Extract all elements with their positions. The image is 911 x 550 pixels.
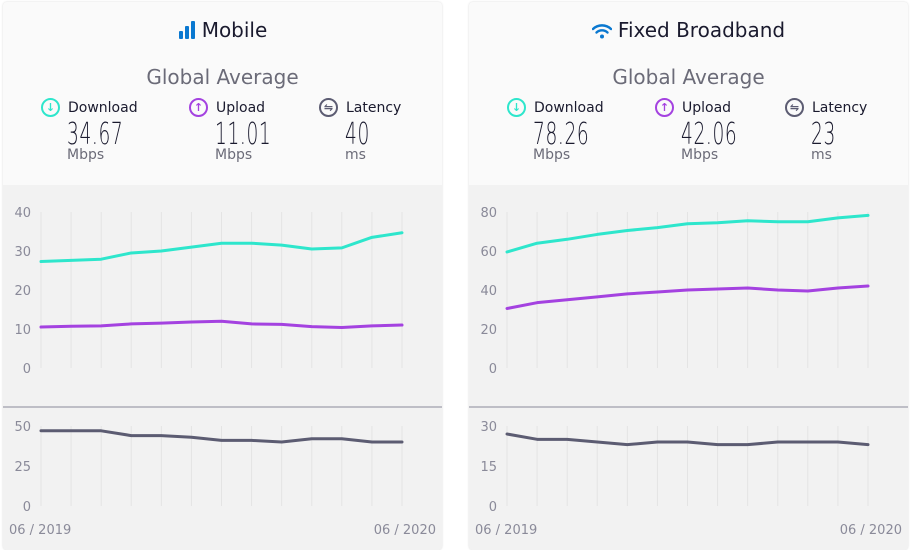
panel-header: Mobile Global Average ↓ Download 34.67 Mb… (3, 2, 442, 185)
latency-icon: ⇋ (319, 98, 338, 117)
y-tick-label: 40 (14, 206, 31, 221)
metric-value: 42.06 (681, 117, 738, 152)
line-chart: 0 10 20 30 40 0 25 50 06 / 2019 06 / 2020 (3, 206, 442, 538)
metric-upload: ↑ Upload 11.01 Mbps (189, 98, 306, 163)
x-start-label: 06 / 2019 (475, 523, 537, 538)
global-average-heading: Global Average (146, 65, 299, 89)
upload-icon: ↑ (189, 98, 208, 117)
y-tick-label: 30 (480, 420, 497, 435)
wifi-icon (591, 20, 613, 44)
signal-bars-icon (178, 20, 196, 44)
global-average-heading: Global Average (612, 65, 765, 89)
download-icon: ↓ (41, 98, 60, 117)
metric-label: Latency (812, 99, 868, 116)
panel-title-text: Fixed Broadband (617, 18, 786, 42)
y-tick-label: 0 (23, 500, 31, 515)
upload-icon: ↑ (655, 98, 674, 117)
download-icon: ↓ (507, 98, 526, 117)
y-tick-label: 30 (14, 245, 31, 260)
metric-value: 40 (345, 117, 370, 152)
panel-title: Fixed Broadband (469, 18, 908, 44)
metric-label: Download (534, 99, 604, 116)
metric-latency: ⇋ Latency 23 ms (785, 98, 867, 163)
y-tick-label: 60 (480, 245, 497, 260)
metric-upload: ↑ Upload 42.06 Mbps (655, 98, 772, 163)
mobile-panel: Mobile Global Average ↓ Download 34.67 Mb… (3, 2, 442, 550)
metric-value: 23 (811, 117, 836, 152)
metric-latency: ⇋ Latency 40 ms (319, 98, 401, 163)
y-tick-label: 0 (489, 500, 497, 515)
latency-icon: ⇋ (785, 98, 804, 117)
panel-header: Fixed Broadband Global Average ↓ Download… (469, 2, 908, 185)
metric-label: Latency (346, 99, 402, 116)
line-chart: 0 20 40 60 80 0 15 30 06 / 2019 06 / 2020 (469, 206, 908, 538)
metric-value: 78.26 (533, 117, 590, 152)
panel-title: Mobile (3, 18, 442, 44)
metric-download: ↓ Download 78.26 Mbps (507, 98, 624, 163)
metric-download: ↓ Download 34.67 Mbps (41, 98, 158, 163)
y-tick-label: 20 (480, 323, 497, 338)
y-tick-label: 40 (480, 284, 497, 299)
fixed-broadband-panel: Fixed Broadband Global Average ↓ Download… (469, 2, 908, 550)
y-tick-label: 80 (480, 206, 497, 221)
panel-title-text: Mobile (201, 18, 268, 42)
y-tick-label: 10 (14, 323, 31, 338)
y-tick-label: 50 (14, 420, 31, 435)
x-end-label: 06 / 2020 (840, 523, 902, 538)
x-start-label: 06 / 2019 (9, 523, 71, 538)
metric-value: 11.01 (215, 117, 272, 152)
x-end-label: 06 / 2020 (374, 523, 436, 538)
y-tick-label: 25 (14, 460, 31, 475)
metric-value: 34.67 (67, 117, 124, 152)
y-tick-label: 0 (489, 362, 497, 377)
metric-label: Upload (216, 99, 266, 116)
metric-label: Download (68, 99, 138, 116)
y-tick-label: 20 (14, 284, 31, 299)
y-tick-label: 0 (23, 362, 31, 377)
metric-label: Upload (682, 99, 732, 116)
y-tick-label: 15 (480, 460, 497, 475)
